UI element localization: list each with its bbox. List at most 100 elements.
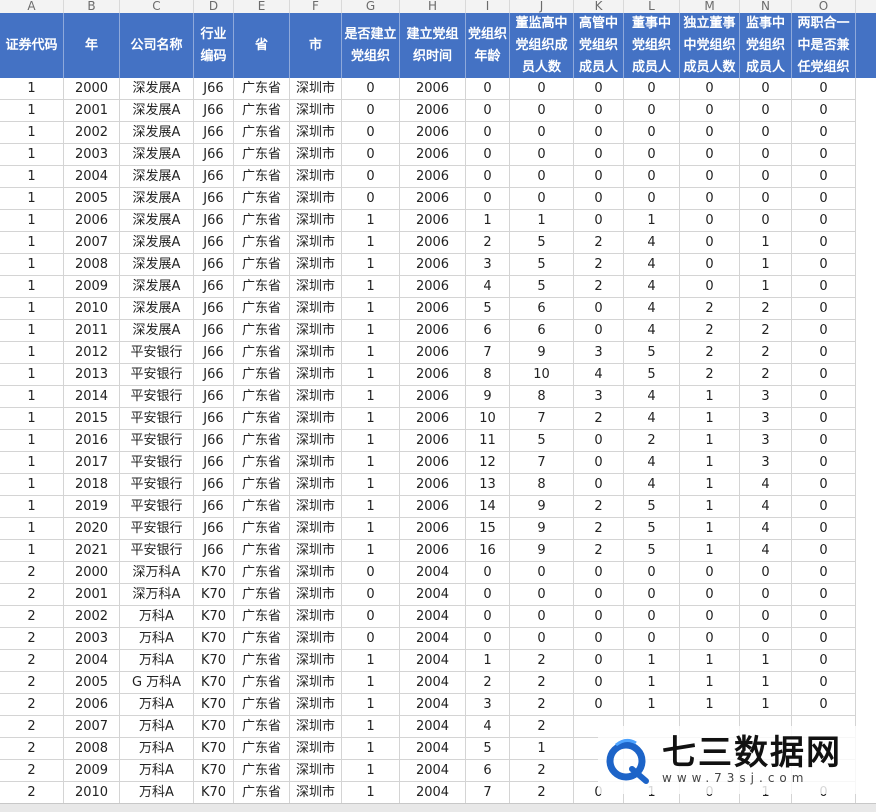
table-cell[interactable]: 0 <box>466 584 510 606</box>
table-cell[interactable]: 1 <box>342 496 400 518</box>
table-cell[interactable]: J66 <box>194 518 234 540</box>
table-cell[interactable]: 6 <box>510 320 574 342</box>
table-cell[interactable]: 0 <box>680 606 740 628</box>
table-cell[interactable]: 深圳市 <box>290 716 342 738</box>
table-cell[interactable]: 2018 <box>64 474 120 496</box>
table-cell[interactable]: 2004 <box>400 738 466 760</box>
table-cell[interactable]: 1 <box>342 298 400 320</box>
column-header[interactable]: 两职合一中是否兼任党组织 <box>792 13 856 78</box>
table-cell[interactable]: K70 <box>194 694 234 716</box>
table-cell[interactable]: 1 <box>0 540 64 562</box>
table-cell[interactable]: 1 <box>740 672 792 694</box>
table-cell[interactable]: 2016 <box>64 430 120 452</box>
table-cell[interactable]: 1 <box>740 650 792 672</box>
table-cell[interactable]: 14 <box>466 496 510 518</box>
table-cell[interactable]: 2 <box>510 716 574 738</box>
table-cell[interactable]: 1 <box>342 342 400 364</box>
table-cell[interactable]: 0 <box>574 430 624 452</box>
table-cell[interactable]: 0 <box>792 430 856 452</box>
column-header[interactable]: 年 <box>64 13 120 78</box>
table-cell[interactable]: 0 <box>740 78 792 100</box>
table-cell[interactable]: K70 <box>194 782 234 804</box>
table-cell[interactable]: 0 <box>342 144 400 166</box>
table-cell[interactable]: 0 <box>792 320 856 342</box>
table-cell[interactable]: 0 <box>792 518 856 540</box>
table-cell[interactable]: 1 <box>0 144 64 166</box>
table-cell[interactable]: 2 <box>0 694 64 716</box>
table-cell[interactable]: 深圳市 <box>290 276 342 298</box>
table-cell[interactable]: 2003 <box>64 628 120 650</box>
table-cell[interactable]: J66 <box>194 540 234 562</box>
table-cell[interactable]: 深发展A <box>120 298 194 320</box>
table-cell[interactable]: 0 <box>740 210 792 232</box>
table-cell[interactable]: K70 <box>194 650 234 672</box>
table-cell[interactable]: 2 <box>574 276 624 298</box>
table-cell[interactable]: 广东省 <box>234 738 290 760</box>
table-cell[interactable]: 1 <box>0 364 64 386</box>
table-cell[interactable]: K70 <box>194 584 234 606</box>
table-cell[interactable]: 0 <box>792 540 856 562</box>
table-cell[interactable]: K70 <box>194 672 234 694</box>
table-cell[interactable]: 广东省 <box>234 518 290 540</box>
table-cell[interactable]: 0 <box>624 166 680 188</box>
table-cell[interactable]: 0 <box>574 474 624 496</box>
table-cell[interactable]: 2005 <box>64 188 120 210</box>
table-cell[interactable]: J66 <box>194 452 234 474</box>
column-letter[interactable]: C <box>120 0 194 13</box>
table-cell[interactable]: 2006 <box>400 144 466 166</box>
table-cell[interactable]: 4 <box>624 232 680 254</box>
table-cell[interactable]: 2 <box>574 496 624 518</box>
table-cell[interactable]: 2009 <box>64 276 120 298</box>
table-cell[interactable]: 广东省 <box>234 364 290 386</box>
table-cell[interactable]: 2006 <box>400 408 466 430</box>
table-cell[interactable]: 0 <box>680 166 740 188</box>
table-cell[interactable]: 深发展A <box>120 210 194 232</box>
table-cell[interactable]: 平安银行 <box>120 540 194 562</box>
table-cell[interactable]: 2004 <box>400 606 466 628</box>
table-cell[interactable]: J66 <box>194 276 234 298</box>
table-cell[interactable]: 0 <box>574 694 624 716</box>
column-letter[interactable]: K <box>574 0 624 13</box>
table-cell[interactable]: J66 <box>194 298 234 320</box>
column-letter[interactable]: B <box>64 0 120 13</box>
table-cell[interactable]: 1 <box>342 738 400 760</box>
column-letter[interactable]: J <box>510 0 574 13</box>
table-cell[interactable]: 0 <box>740 188 792 210</box>
table-cell[interactable]: 1 <box>0 232 64 254</box>
table-cell[interactable]: 0 <box>680 628 740 650</box>
table-cell[interactable]: 1 <box>680 540 740 562</box>
table-cell[interactable]: 0 <box>792 496 856 518</box>
table-cell[interactable]: 2004 <box>400 650 466 672</box>
table-cell[interactable]: 2 <box>740 364 792 386</box>
table-cell[interactable]: 2 <box>680 342 740 364</box>
table-cell[interactable]: 16 <box>466 540 510 562</box>
table-cell[interactable]: 2 <box>0 584 64 606</box>
table-cell[interactable]: 0 <box>680 122 740 144</box>
table-cell[interactable]: 平安银行 <box>120 408 194 430</box>
table-cell[interactable]: 2 <box>0 628 64 650</box>
table-cell[interactable]: 2004 <box>400 628 466 650</box>
table-cell[interactable]: 0 <box>574 606 624 628</box>
table-cell[interactable]: 深发展A <box>120 276 194 298</box>
column-header[interactable]: 公司名称 <box>120 13 194 78</box>
column-header[interactable]: 建立党组织时间 <box>400 13 466 78</box>
table-cell[interactable]: 0 <box>574 628 624 650</box>
table-cell[interactable]: 深圳市 <box>290 144 342 166</box>
table-cell[interactable]: 深发展A <box>120 188 194 210</box>
table-cell[interactable]: 0 <box>680 188 740 210</box>
table-cell[interactable]: 深圳市 <box>290 474 342 496</box>
table-cell[interactable]: 深圳市 <box>290 738 342 760</box>
table-cell[interactable]: 0 <box>792 386 856 408</box>
table-cell[interactable]: 广东省 <box>234 584 290 606</box>
table-cell[interactable]: 2006 <box>400 474 466 496</box>
table-cell[interactable]: J66 <box>194 232 234 254</box>
table-cell[interactable]: J66 <box>194 188 234 210</box>
table-cell[interactable]: 5 <box>466 738 510 760</box>
table-cell[interactable]: 深万科A <box>120 562 194 584</box>
table-cell[interactable]: 10 <box>510 364 574 386</box>
column-header[interactable]: 董事中党组织成员人 <box>624 13 680 78</box>
spreadsheet[interactable]: ABCDEFGHIJKLMNO 证券代码年公司名称 行业编码省市是否建立党组织 建立… <box>0 0 876 812</box>
table-cell[interactable]: 深圳市 <box>290 672 342 694</box>
table-cell[interactable]: 0 <box>342 584 400 606</box>
column-header[interactable]: 市 <box>290 13 342 78</box>
